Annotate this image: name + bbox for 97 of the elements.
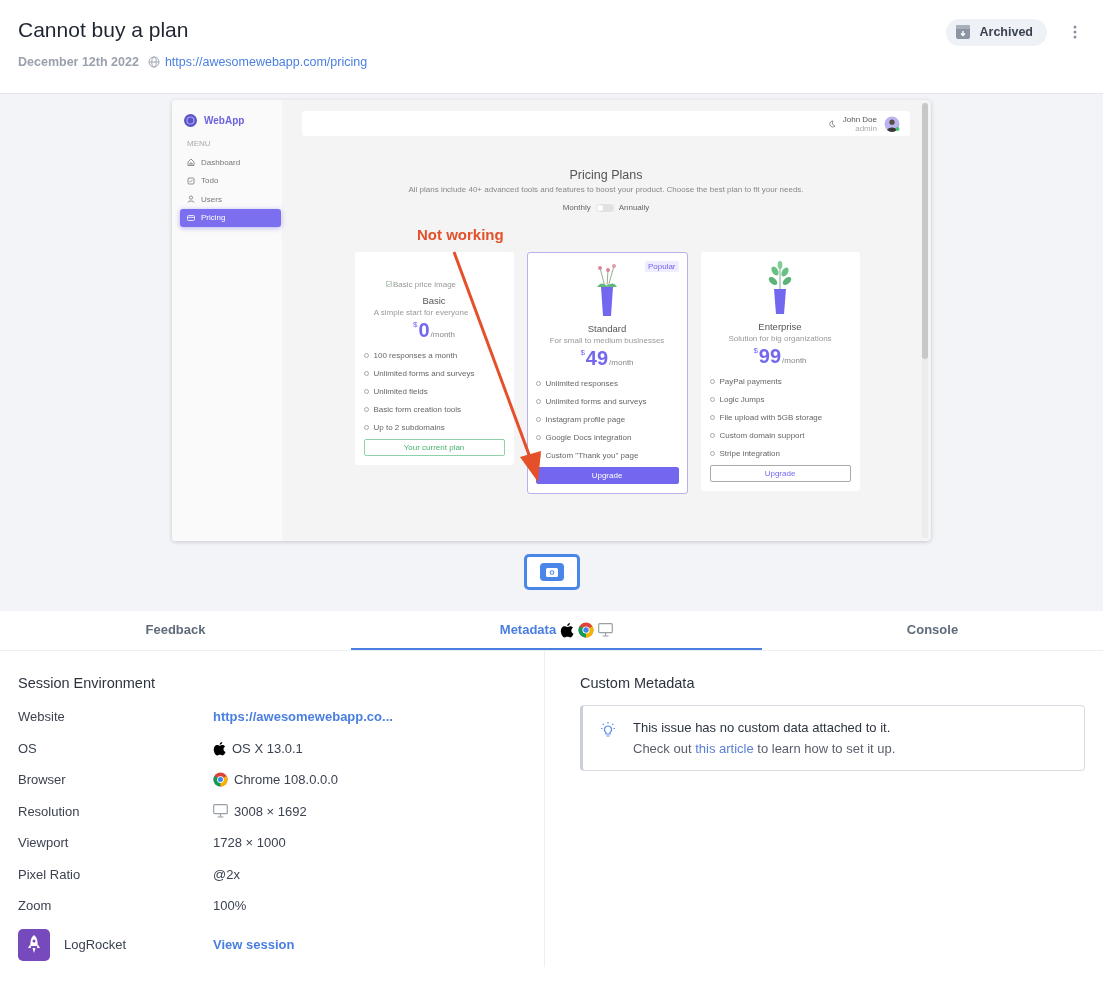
field-value: 1728 × 1000 [213, 835, 286, 851]
app-name: WebApp [204, 115, 245, 126]
currency-sign: $ [753, 346, 758, 355]
plan-feature: Google Docs integration [545, 433, 632, 443]
checkbox-icon [187, 176, 195, 185]
sidebar-item[interactable]: Todo [180, 171, 281, 190]
chrome-icon [578, 621, 595, 638]
plan-feature: 100 responses a month [373, 350, 458, 360]
field-value: @2x [213, 866, 240, 882]
chrome-icon [213, 772, 228, 788]
scrollbar-thumb[interactable] [922, 103, 928, 359]
field-label: LogRocket [64, 937, 127, 952]
field-label: Viewport [18, 835, 69, 851]
plan-feature: Unlimited forms and surveys [373, 368, 475, 378]
plan-feature: File upload with 5GB storage [719, 412, 823, 422]
plan-feature: Instagram profile page [545, 414, 626, 424]
globe-icon [147, 56, 160, 68]
plan-feature: Custom domain support [719, 431, 805, 441]
plan-feature: Up to 2 subdomains [373, 423, 445, 433]
info-hint: Check out this article to learn how to set it up. [633, 741, 896, 756]
plan-name: Standard [586, 323, 628, 334]
image-alt-text: Basic price image [392, 279, 457, 289]
menu-heading: MENU [187, 139, 212, 148]
popular-badge: Popular [644, 261, 679, 272]
apple-icon [213, 740, 226, 756]
lightbulb-icon [599, 721, 617, 739]
archived-status-button[interactable]: Archived [945, 18, 1047, 46]
plan-button[interactable]: Upgrade [535, 466, 679, 484]
logo-icon [184, 114, 197, 127]
archive-box-icon [954, 24, 971, 40]
plan-feature: Unlimited forms and surveys [545, 396, 647, 406]
plan-price: 0 [418, 320, 430, 340]
field-value: 3008 × 1692 [234, 803, 307, 819]
plan-feature: Basic form creation tools [373, 405, 462, 415]
plan-feature: Unlimited responses [545, 378, 618, 388]
plan-feature: Logic Jumps [719, 394, 765, 404]
home-icon [187, 158, 195, 167]
sidebar-item[interactable]: Pricing [180, 208, 281, 227]
field-value: 100% [213, 898, 247, 914]
annually-label: Annually [618, 203, 650, 212]
sidebar-item[interactable]: Dashboard [180, 153, 281, 172]
moon-icon[interactable] [827, 119, 836, 128]
plan-feature: Unlimited fields [373, 386, 428, 396]
monitor-icon [213, 804, 228, 819]
plan-button[interactable]: Upgrade [709, 464, 851, 482]
plan-feature: Stripe integration [719, 449, 780, 459]
article-link[interactable]: this article [695, 741, 754, 756]
price-period: /month [430, 330, 455, 339]
field-label: OS [18, 740, 37, 756]
plan-name: Enterprise [757, 321, 803, 332]
field-label: Zoom [18, 898, 52, 914]
user-name: John Doe [842, 114, 877, 124]
plan-button[interactable]: Your current plan [363, 438, 505, 456]
apple-icon [560, 621, 575, 638]
page-url-link[interactable]: https://awesomewebapp.com/pricing [164, 55, 368, 69]
user-icon [187, 195, 195, 204]
price-period: /month [609, 358, 634, 367]
more-menu-icon[interactable] [1073, 25, 1077, 39]
billing-toggle[interactable] [595, 203, 614, 212]
rocket-icon [18, 928, 50, 961]
plan-feature: Custom "Thank you" page [545, 451, 639, 461]
avatar-icon[interactable] [884, 115, 900, 132]
field-value: OS X 13.0.1 [232, 740, 303, 756]
price-period: /month [782, 356, 807, 365]
field-value: Chrome 108.0.0.0 [234, 772, 339, 788]
issue-title: Cannot buy a plan [18, 18, 190, 42]
plant-drawing [767, 261, 793, 315]
field-label: Resolution [18, 803, 80, 819]
plan-feature: PayPal payments [719, 376, 782, 386]
field-label: Pixel Ratio [18, 866, 81, 882]
screenshot-thumbnail[interactable] [523, 554, 580, 590]
plan-tagline: Solution for big organizations [727, 334, 833, 343]
plan-tagline: A simple start for everyone [372, 308, 470, 317]
section-heading: Session Environment [18, 675, 156, 691]
camera-icon [539, 563, 564, 581]
section-heading: Custom Metadata [580, 675, 696, 691]
monitor-icon [598, 622, 614, 637]
pricing-title: Pricing Plans [568, 168, 644, 182]
currency-sign: $ [412, 320, 418, 329]
field-link[interactable]: View session [213, 937, 295, 952]
monthly-label: Monthly [562, 203, 591, 212]
user-role: admin [854, 123, 877, 133]
issue-date: December 12th 2022 [18, 55, 139, 69]
field-label: Browser [18, 772, 66, 788]
annotation-text: Not working [417, 226, 504, 243]
plan-price: 99 [758, 346, 782, 366]
currency-sign: $ [580, 348, 585, 357]
plan-name: Basic [421, 295, 447, 306]
info-message: This issue has no custom data attached to it. [633, 720, 892, 735]
field-link[interactable]: https://awesomewebapp.co... [213, 709, 393, 725]
plan-price: 49 [585, 348, 609, 368]
sidebar-item[interactable]: Users [180, 190, 281, 209]
broken-image-icon [385, 281, 392, 287]
card-icon [187, 213, 195, 222]
pricing-subtitle: All plans include 40+ advanced tools and features to boost your product. Choose the best plan to fit your needs. [407, 185, 805, 194]
field-label: Website [18, 709, 65, 725]
plan-tagline: For small to medium businesses [548, 336, 666, 345]
